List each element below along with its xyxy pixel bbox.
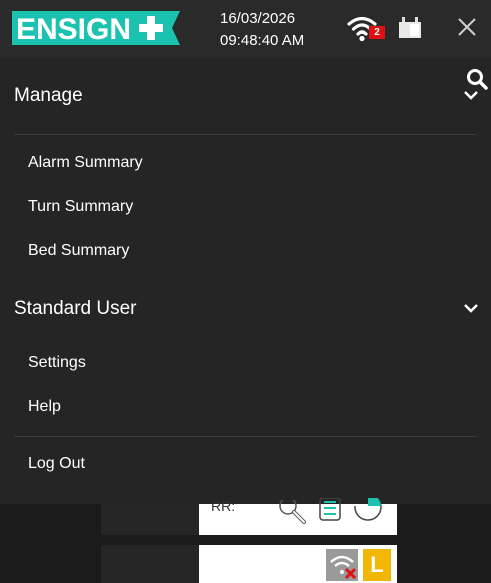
- app-header: ENSIGN 16/03/2026 09:48:40 AM 2: [0, 0, 491, 58]
- close-icon[interactable]: [456, 16, 478, 38]
- menu-section-manage[interactable]: Manage: [14, 85, 83, 107]
- menu-item-settings[interactable]: Settings: [28, 354, 86, 372]
- chevron-down-icon[interactable]: [463, 89, 479, 101]
- battery-icon: [399, 17, 421, 38]
- notes-icon[interactable]: [318, 498, 342, 524]
- card-side-panel: [101, 504, 199, 535]
- time-text: 09:48:40 AM: [220, 32, 305, 49]
- menu-section-user[interactable]: Standard User: [14, 298, 137, 320]
- menu-item-alarm-summary[interactable]: Alarm Summary: [28, 154, 143, 172]
- patient-card[interactable]: L: [101, 545, 397, 583]
- divider: [14, 134, 476, 135]
- search-icon[interactable]: [466, 68, 488, 90]
- location-badge: L: [363, 549, 391, 581]
- wifi-disconnected-icon: [326, 549, 358, 581]
- rr-label: RR:: [211, 498, 236, 514]
- menu-item-log-out[interactable]: Log Out: [28, 455, 85, 473]
- menu-item-turn-summary[interactable]: Turn Summary: [28, 198, 133, 216]
- date-text: 16/03/2026: [220, 10, 296, 27]
- datetime-display: 16/03/2026 09:48:40 AM: [220, 8, 304, 52]
- logo-text: ENSIGN: [16, 13, 131, 45]
- wifi-alert-badge: 2: [369, 26, 385, 39]
- ensign-logo: ENSIGN: [12, 11, 180, 45]
- card-side-panel: [101, 545, 199, 583]
- patient-card[interactable]: RR:: [101, 498, 397, 535]
- divider: [14, 436, 476, 437]
- menu-item-bed-summary[interactable]: Bed Summary: [28, 242, 129, 260]
- chevron-down-icon[interactable]: [463, 302, 479, 314]
- magnifier-icon[interactable]: [276, 500, 310, 526]
- navigation-menu: [0, 58, 491, 504]
- menu-item-help[interactable]: Help: [28, 398, 61, 416]
- timer-icon[interactable]: [353, 498, 383, 524]
